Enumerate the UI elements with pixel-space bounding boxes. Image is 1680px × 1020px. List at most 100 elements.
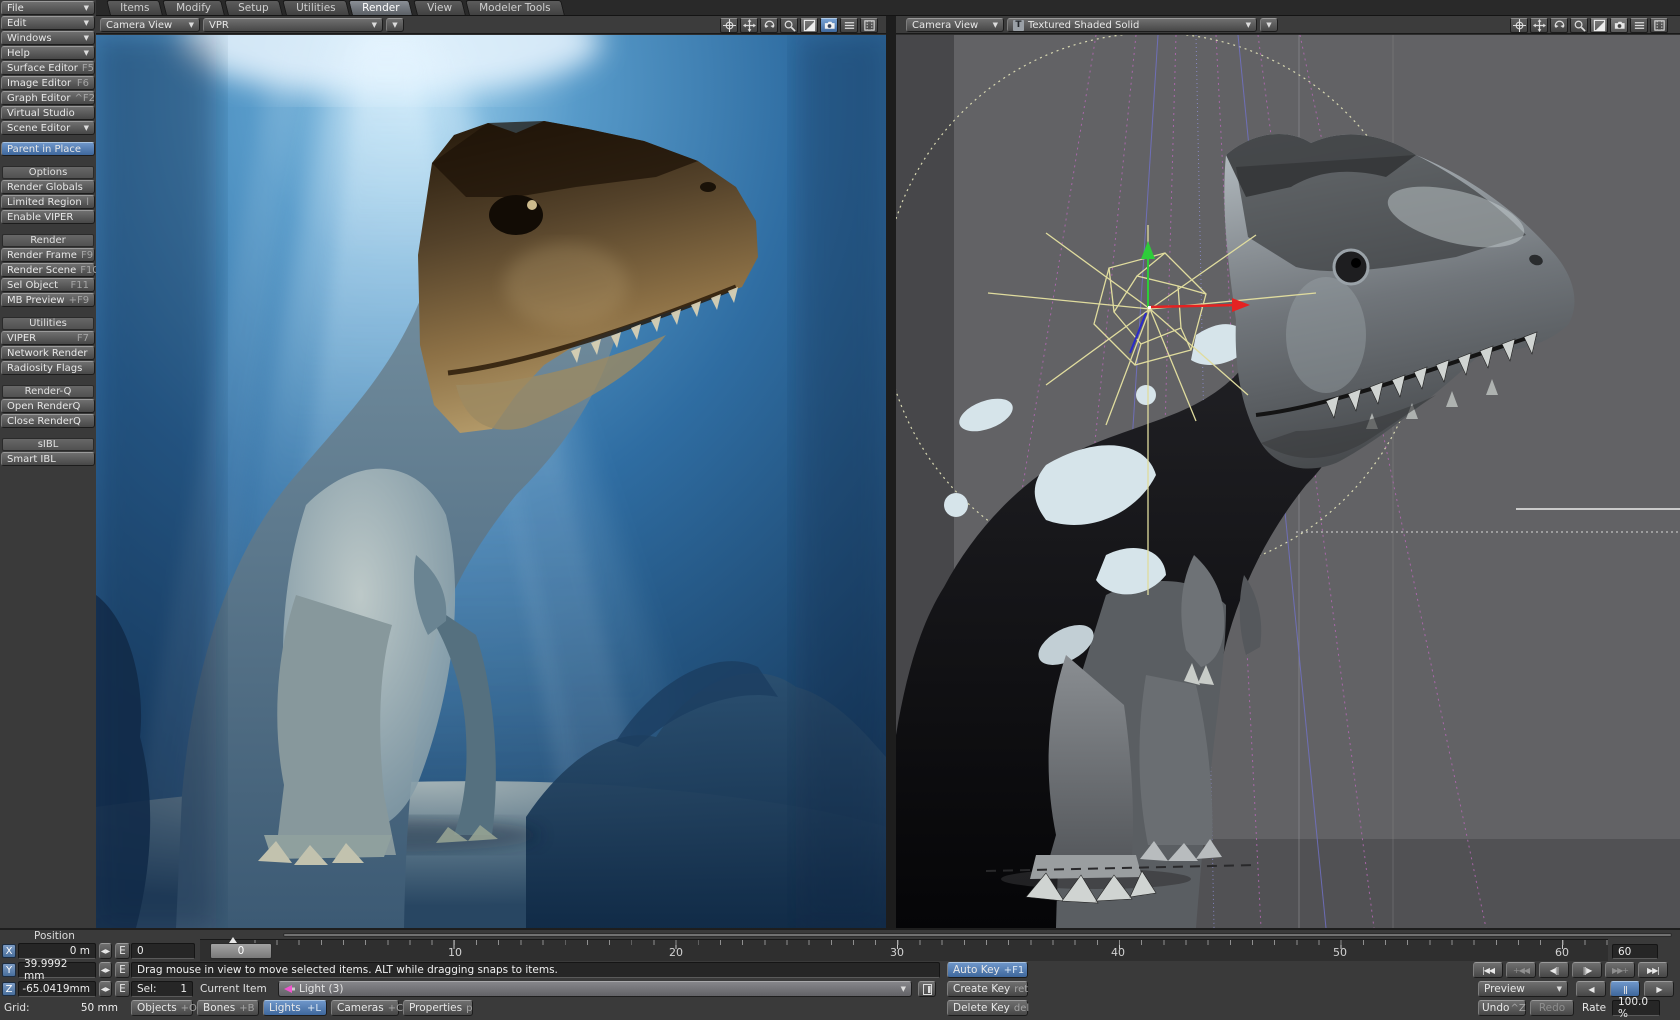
- camera-icon[interactable]: [820, 18, 838, 33]
- tab-render[interactable]: Render: [348, 0, 413, 15]
- z-stepper[interactable]: ◀▶: [99, 981, 112, 997]
- surface-editor-button[interactable]: Surface EditorF5: [1, 61, 95, 75]
- parent-in-place-button[interactable]: Parent in Place: [1, 142, 95, 156]
- undo-button[interactable]: Undo^Z: [1478, 1000, 1526, 1016]
- item-properties-button[interactable]: [918, 981, 936, 997]
- go-to-end-button[interactable]: ▶▶|: [1638, 962, 1668, 978]
- move-icon[interactable]: [720, 18, 738, 33]
- y-axis-badge[interactable]: Y: [2, 963, 16, 977]
- position-y-field[interactable]: 39.9992 mm: [18, 962, 96, 978]
- position-x-field[interactable]: 0 m: [18, 943, 96, 959]
- menu-file[interactable]: File▼: [1, 1, 95, 15]
- x-stepper[interactable]: ◀▶: [99, 943, 112, 959]
- tab-modeler-tools[interactable]: Modeler Tools: [465, 0, 564, 15]
- tab-setup[interactable]: Setup: [224, 0, 282, 15]
- step-back-button[interactable]: ◀||: [1539, 962, 1569, 978]
- lights-mode-button[interactable]: Lights+L: [263, 1000, 327, 1016]
- menu-help[interactable]: Help▼: [1, 46, 95, 60]
- rotate-icon[interactable]: [1550, 18, 1568, 33]
- pan-icon[interactable]: [740, 18, 758, 33]
- create-key-button[interactable]: Create Keyret: [947, 981, 1028, 997]
- sel-object-button[interactable]: Sel ObjectF11: [1, 278, 95, 292]
- film-icon[interactable]: [1650, 18, 1668, 33]
- timeline-ruler[interactable]: 10 20 30 40 50 60: [200, 939, 1608, 961]
- pause-button[interactable]: ||: [1610, 981, 1640, 997]
- viewport-options-dropdown[interactable]: ▼: [1260, 18, 1278, 32]
- view-type-dropdown[interactable]: Camera View▼: [100, 18, 200, 32]
- zoom-icon[interactable]: [780, 18, 798, 33]
- render-globals-button[interactable]: Render Globals: [1, 180, 95, 194]
- menu-windows[interactable]: Windows▼: [1, 31, 95, 45]
- z-envelope-button[interactable]: E: [115, 981, 130, 997]
- x-envelope-button[interactable]: E: [115, 943, 130, 959]
- chevron-down-icon: ▼: [1553, 985, 1562, 993]
- bones-mode-button[interactable]: Bones+B: [197, 1000, 259, 1016]
- smart-ibl-button[interactable]: Smart IBL: [1, 452, 95, 466]
- auto-key-button[interactable]: Auto Key+F1: [947, 962, 1028, 978]
- preview-dropdown[interactable]: Preview▼: [1478, 981, 1568, 997]
- frame-slider[interactable]: 0: [210, 943, 272, 959]
- x-axis-badge[interactable]: X: [2, 944, 16, 958]
- list-icon[interactable]: [840, 18, 858, 33]
- timeline-scrollbar[interactable]: [283, 933, 1672, 937]
- mb-preview-button[interactable]: MB Preview+F9: [1, 293, 95, 307]
- render-mode-dropdown[interactable]: TTextured Shaded Solid▼: [1007, 18, 1257, 32]
- scene-editor-button[interactable]: Scene Editor▼: [1, 121, 95, 135]
- chevron-down-icon: ▼: [989, 21, 998, 29]
- minmax-icon[interactable]: [1590, 18, 1608, 33]
- redo-button[interactable]: Redo: [1530, 1000, 1574, 1016]
- current-frame-field[interactable]: 0: [131, 943, 195, 959]
- y-stepper[interactable]: ◀▶: [99, 962, 112, 978]
- prev-keyframe-button[interactable]: +◀◀: [1506, 962, 1536, 978]
- graph-editor-button[interactable]: Graph Editor^F2: [1, 91, 95, 105]
- go-to-start-button[interactable]: |◀◀: [1473, 962, 1503, 978]
- y-envelope-button[interactable]: E: [115, 962, 130, 978]
- enable-viper-button[interactable]: Enable VIPER: [1, 210, 95, 224]
- play-reverse-button[interactable]: ◀: [1576, 981, 1606, 997]
- network-render-button[interactable]: Network Render: [1, 346, 95, 360]
- properties-button[interactable]: Propertiesp: [403, 1000, 473, 1016]
- z-axis-badge[interactable]: Z: [2, 982, 16, 996]
- position-z-field[interactable]: -65.0419mm: [18, 981, 96, 997]
- radiosity-flags-button[interactable]: Radiosity Flags: [1, 361, 95, 375]
- end-frame-field[interactable]: 60: [1612, 944, 1658, 959]
- rate-field[interactable]: 100.0 %: [1612, 1000, 1660, 1016]
- objects-mode-button[interactable]: Objects+O: [131, 1000, 193, 1016]
- play-forward-button[interactable]: ▶: [1644, 981, 1674, 997]
- viewport-divider[interactable]: [886, 16, 896, 928]
- step-forward-button[interactable]: ||▶: [1572, 962, 1602, 978]
- open-renderq-button[interactable]: Open RenderQ: [1, 399, 95, 413]
- tab-modify[interactable]: Modify: [163, 0, 226, 15]
- render-frame-button[interactable]: Render FrameF9: [1, 248, 95, 262]
- viewport-options-dropdown[interactable]: ▼: [386, 18, 404, 32]
- delete-key-button[interactable]: Delete Keydel: [947, 1000, 1028, 1016]
- rotate-icon[interactable]: [760, 18, 778, 33]
- chevron-down-icon: ▼: [80, 19, 89, 27]
- film-icon[interactable]: [860, 18, 878, 33]
- menu-edit[interactable]: Edit▼: [1, 16, 95, 30]
- virtual-studio-button[interactable]: Virtual Studio: [1, 106, 95, 120]
- viewport-left-vpr[interactable]: Camera View▼ VPR▼ ▼: [96, 16, 886, 928]
- pan-icon[interactable]: [1530, 18, 1548, 33]
- next-keyframe-button[interactable]: ▶▶+: [1605, 962, 1635, 978]
- current-item-dropdown[interactable]: Light (3) ▼: [278, 981, 912, 997]
- close-renderq-button[interactable]: Close RenderQ: [1, 414, 95, 428]
- view-type-dropdown[interactable]: Camera View▼: [906, 18, 1004, 32]
- tab-view[interactable]: View: [413, 0, 466, 15]
- render-scene-button[interactable]: Render SceneF10: [1, 263, 95, 277]
- opengl-shaded-view[interactable]: [896, 35, 1680, 928]
- move-icon[interactable]: [1510, 18, 1528, 33]
- list-icon[interactable]: [1630, 18, 1648, 33]
- render-mode-dropdown[interactable]: VPR▼: [203, 18, 383, 32]
- image-editor-button[interactable]: Image EditorF6: [1, 76, 95, 90]
- viewport-right-shaded[interactable]: Camera View▼ TTextured Shaded Solid▼ ▼: [896, 16, 1680, 928]
- viper-button[interactable]: VIPERF7: [1, 331, 95, 345]
- zoom-icon[interactable]: [1570, 18, 1588, 33]
- tab-utilities[interactable]: Utilities: [282, 0, 349, 15]
- tab-items[interactable]: Items: [106, 0, 163, 15]
- cameras-mode-button[interactable]: Cameras+C: [331, 1000, 399, 1016]
- minmax-icon[interactable]: [800, 18, 818, 33]
- camera-icon[interactable]: [1610, 18, 1628, 33]
- limited-region-button[interactable]: Limited Regionl: [1, 195, 95, 209]
- vpr-render-view[interactable]: [96, 35, 886, 928]
